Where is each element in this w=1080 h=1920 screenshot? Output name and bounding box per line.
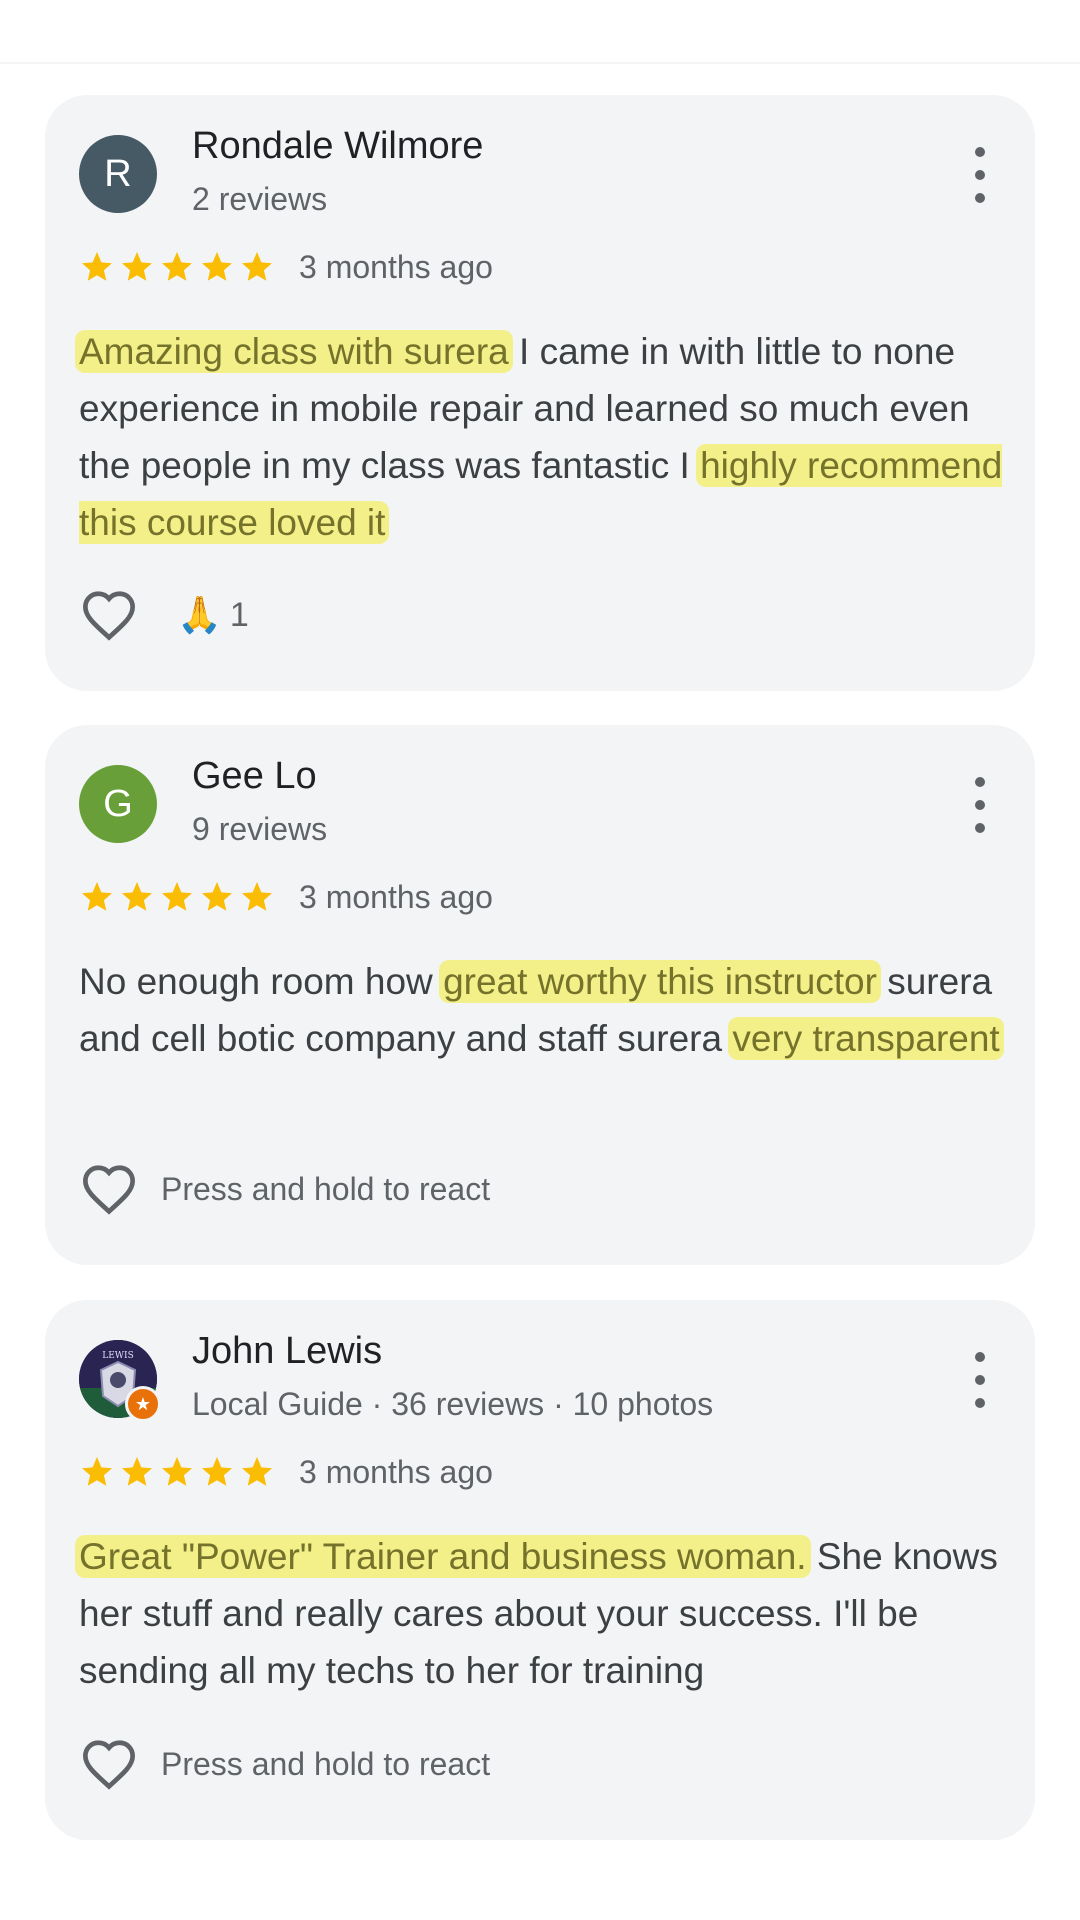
review-text: No enough room how great worthy this ins… <box>79 953 1009 1067</box>
star-icon <box>162 1457 192 1486</box>
more-vert-icon <box>975 147 985 157</box>
react-hint: Press and hold to react <box>161 1745 491 1782</box>
top-bar-area <box>0 0 1080 64</box>
review-card: LEWIS ★ John Lewis Local Guide · 36 revi… <box>45 1300 1035 1840</box>
avatar-letter: G <box>103 782 133 825</box>
star-icon <box>242 882 272 911</box>
reviewer-meta: 2 reviews <box>192 181 328 217</box>
star-icon <box>242 1457 272 1486</box>
heart-button[interactable] <box>79 585 139 645</box>
star-icon <box>82 1457 112 1486</box>
more-options-button[interactable] <box>965 147 995 203</box>
avatar[interactable]: LEWIS ★ <box>79 1340 161 1422</box>
rating-row: 3 months ago <box>79 1452 493 1492</box>
star-icon <box>202 882 232 911</box>
review-card: G Gee Lo 9 reviews 3 months ago No enoug… <box>45 725 1035 1265</box>
review-time: 3 months ago <box>299 1453 493 1490</box>
highlighted-text: very transparent <box>728 1017 1004 1060</box>
review-text-segment: No enough room how <box>79 961 444 1002</box>
heart-outline-icon <box>82 1165 136 1215</box>
avatar-letter: R <box>104 152 132 195</box>
star-rating <box>79 1454 275 1490</box>
heart-button[interactable] <box>79 1734 139 1794</box>
reviewer-name[interactable]: Gee Lo <box>192 755 317 798</box>
more-options-button[interactable] <box>965 777 995 833</box>
more-vert-icon <box>975 1352 985 1362</box>
more-vert-icon <box>975 777 985 787</box>
reviewer-name[interactable]: Rondale Wilmore <box>192 125 483 168</box>
star-icon <box>162 882 192 911</box>
review-text: Amazing class with surera I came in with… <box>75 323 1009 551</box>
rating-row: 3 months ago <box>79 877 493 917</box>
highlighted-text: Great "Power" Trainer and business woman… <box>75 1535 811 1578</box>
star-icon <box>122 252 152 281</box>
rating-row: 3 months ago <box>79 247 493 287</box>
avatar[interactable]: G <box>79 765 157 843</box>
local-guide-star-badge: ★ <box>125 1386 161 1422</box>
review-time: 3 months ago <box>299 878 493 915</box>
praying-hands-icon: 🙏 <box>177 594 222 635</box>
star-icon <box>202 252 232 281</box>
react-hint: Press and hold to react <box>161 1170 491 1207</box>
review-text: Great "Power" Trainer and business woman… <box>75 1528 1009 1699</box>
star-icon <box>202 1457 232 1486</box>
reaction-row: Press and hold to react <box>79 1159 490 1219</box>
star-rating <box>79 879 275 915</box>
star-icon <box>242 252 272 281</box>
review-card: R Rondale Wilmore 2 reviews 3 months ago… <box>45 95 1035 691</box>
svg-text:LEWIS: LEWIS <box>102 1351 134 1361</box>
heart-button[interactable] <box>79 1159 139 1219</box>
reviewer-meta: Local Guide · 36 reviews · 10 photos <box>192 1386 714 1422</box>
more-options-button[interactable] <box>965 1352 995 1408</box>
review-time: 3 months ago <box>299 248 493 285</box>
heart-outline-icon <box>82 1740 136 1790</box>
reaction-chip[interactable]: 🙏 1 <box>177 594 249 636</box>
reviewer-name[interactable]: John Lewis <box>192 1330 382 1373</box>
reaction-count: 1 <box>229 595 249 634</box>
avatar[interactable]: R <box>79 135 157 213</box>
reaction-row: Press and hold to react <box>79 1734 490 1794</box>
star-icon <box>82 882 112 911</box>
reaction-row: 🙏 1 <box>79 585 249 645</box>
highlighted-text: Amazing class with surera <box>75 330 513 373</box>
star-icon <box>122 882 152 911</box>
reviewer-meta: 9 reviews <box>192 811 328 847</box>
star-icon <box>122 1457 152 1486</box>
highlighted-text: great worthy this instructor <box>439 960 881 1003</box>
star-icon <box>82 252 112 281</box>
heart-outline-icon <box>82 591 136 641</box>
star-rating <box>79 249 275 285</box>
star-icon <box>162 252 192 281</box>
